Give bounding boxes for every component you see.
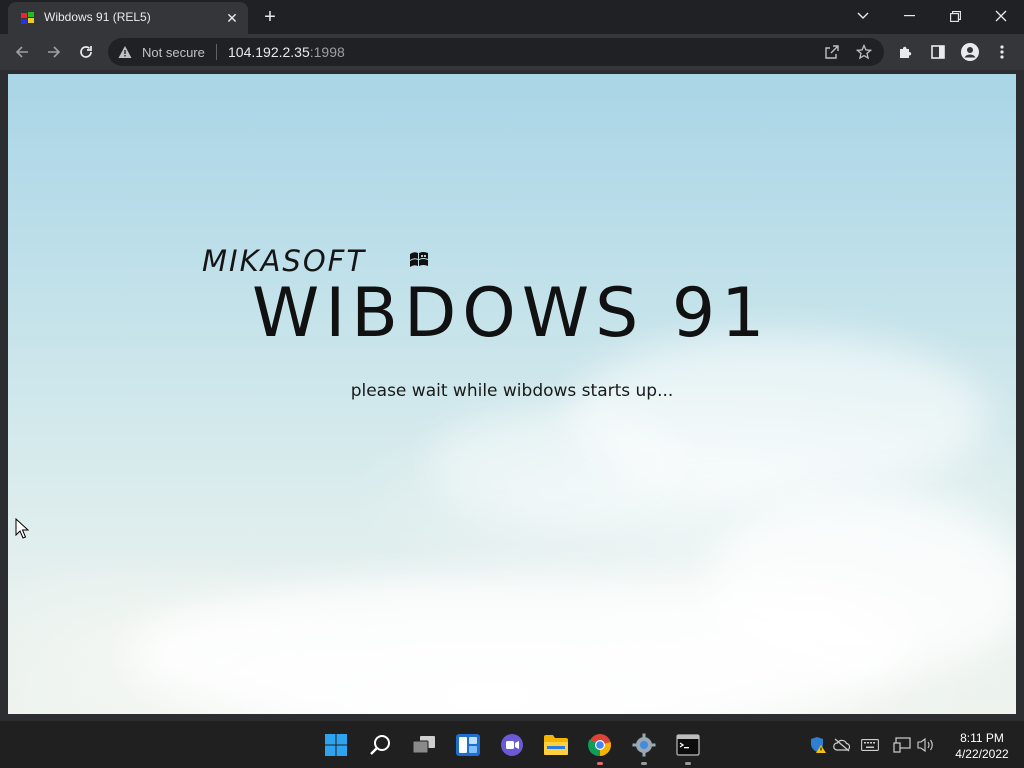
running-indicator [685,762,691,765]
clock-time: 8:11 PM [960,731,1004,745]
browser-tab[interactable]: Wibdows 91 (REL5) ✕ [8,2,248,34]
arrow-right-icon [48,46,61,58]
bookmark-button[interactable] [852,40,876,64]
cloud-offline-icon [833,738,851,752]
extensions-button[interactable] [892,38,920,66]
share-icon [825,45,839,59]
tab-close-icon[interactable]: ✕ [222,8,242,28]
network-wired-icon [893,737,911,753]
security-tray-icon[interactable] [808,735,828,755]
restore-button[interactable] [932,0,978,32]
profile-button[interactable] [956,38,984,66]
windows-logo-icon [325,734,347,756]
restore-icon [949,10,961,22]
site-favicon-icon [20,11,36,27]
search-icon [370,735,390,755]
browser-tab-strip: Wibdows 91 (REL5) ✕ + [0,0,1024,34]
new-tab-button[interactable]: + [258,6,282,28]
wibdows-flag-logo-icon [410,252,428,267]
close-window-button[interactable] [978,0,1024,32]
cloud-decoration [428,404,688,524]
star-icon [856,44,872,60]
close-icon [995,10,1007,22]
cloud-decoration [708,494,1016,674]
minimize-button[interactable] [886,0,932,32]
warning-icon[interactable] [118,45,132,59]
chrome-icon [588,734,611,757]
product-title: WIBDOWS 91 [252,274,771,353]
taskbar-search-button[interactable] [360,727,400,763]
task-view-icon [412,736,435,754]
side-panel-icon [931,45,945,59]
onedrive-tray-icon[interactable] [832,735,852,755]
chat-button[interactable] [492,727,532,763]
side-panel-button[interactable] [924,38,952,66]
chevron-down-icon [857,12,869,19]
tab-title: Wibdows 91 (REL5) [44,10,151,24]
back-button[interactable] [8,38,36,66]
chrome-taskbar-button[interactable] [580,727,620,765]
tab-search-button[interactable] [840,0,886,32]
running-indicator [597,762,603,765]
shield-warning-icon [811,737,826,753]
mouse-cursor-icon [15,518,29,539]
url-port: :1998 [309,44,345,60]
address-bar[interactable]: Not secure 104.192.2.35:1998 [108,38,884,66]
url-host: 104.192.2.35 [228,44,310,60]
arrow-left-icon [15,46,28,58]
reload-icon [80,46,92,58]
settings-taskbar-button[interactable] [624,727,664,765]
minimize-icon [903,15,915,17]
chat-icon [501,734,523,756]
share-button[interactable] [820,40,844,64]
keyboard-tray-icon[interactable] [860,735,880,755]
terminal-taskbar-button[interactable] [668,727,708,765]
security-status-label[interactable]: Not secure [142,45,205,60]
reload-button[interactable] [72,38,100,66]
more-vertical-icon [1000,45,1004,59]
url-text[interactable]: 104.192.2.35:1998 [228,44,345,60]
page-viewport: MIKASOFT WIBDOWS 91 please wait while wi… [0,70,1024,720]
running-indicator [641,762,647,765]
brand-name: MIKASOFT [202,244,367,278]
network-tray-icon[interactable] [892,735,912,755]
widgets-button[interactable] [448,727,488,763]
forward-button[interactable] [40,38,68,66]
clock-date: 4/22/2022 [955,747,1009,761]
file-explorer-button[interactable] [536,727,576,763]
start-button[interactable] [316,727,356,763]
folder-icon [544,735,568,755]
speaker-icon [917,737,933,753]
puzzle-icon [900,46,912,58]
boot-screen[interactable]: MIKASOFT WIBDOWS 91 please wait while wi… [8,74,1016,714]
task-view-button[interactable] [404,727,444,763]
terminal-icon [676,734,700,756]
widgets-icon [456,734,480,756]
boot-status-text: please wait while wibdows starts up... [350,381,674,401]
windows-taskbar: 8:11 PM 4/22/2022 [0,720,1024,768]
profile-avatar-icon [961,43,979,61]
keyboard-icon [861,739,879,751]
menu-button[interactable] [988,38,1016,66]
volume-tray-icon[interactable] [916,735,936,755]
gear-icon [632,733,656,757]
browser-toolbar: Not secure 104.192.2.35:1998 [0,34,1024,70]
system-clock[interactable]: 8:11 PM 4/22/2022 [944,730,1020,762]
address-divider [216,44,217,60]
